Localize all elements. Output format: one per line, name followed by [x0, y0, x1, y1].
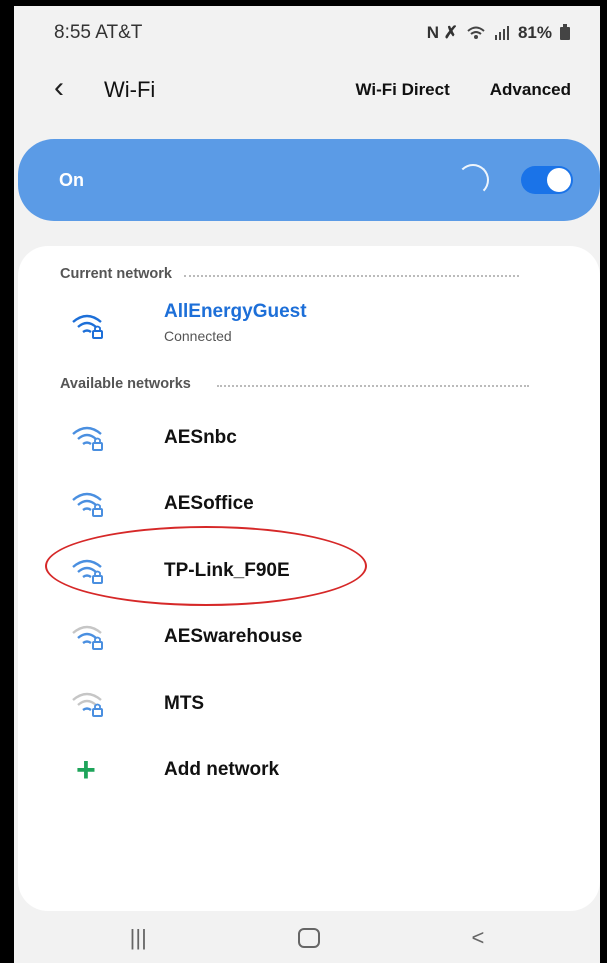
wifi-signal-icon: [467, 26, 485, 39]
app-bar: ‹ Wi-Fi Wi-Fi Direct Advanced: [14, 60, 600, 120]
cell-signal-icon: [494, 26, 509, 40]
plus-icon: +: [76, 751, 96, 789]
network-name: AESoffice: [164, 493, 254, 514]
wifi-secured-icon: [72, 492, 103, 517]
network-name: TP-Link_F90E: [164, 560, 290, 581]
current-network-header: Current network: [60, 266, 519, 282]
available-networks-label: Available networks: [60, 376, 191, 392]
battery-icon: [560, 23, 570, 40]
current-network-label: Current network: [60, 266, 172, 282]
network-row-mts[interactable]: MTS: [18, 676, 600, 732]
network-row-aesnbc[interactable]: AESnbc: [18, 410, 600, 466]
network-row-aesoffice[interactable]: AESoffice: [18, 476, 600, 532]
network-name: MTS: [164, 693, 205, 714]
add-network-button[interactable]: + Add network: [18, 742, 600, 798]
wifi-switch-label: On: [59, 169, 84, 190]
wifi-toggle[interactable]: [521, 166, 573, 194]
page-title: Wi-Fi: [104, 77, 156, 102]
wifi-secured-icon: [72, 625, 103, 650]
battery-percent: 81%: [517, 23, 552, 42]
home-button[interactable]: [298, 928, 321, 948]
network-row-aeswarehouse[interactable]: AESwarehouse: [18, 609, 600, 665]
wifi-direct-button[interactable]: Wi-Fi Direct: [355, 80, 449, 100]
network-row-tp-link[interactable]: TP-Link_F90E: [18, 543, 600, 599]
toggle-knob: [547, 168, 571, 192]
add-network-label: Add network: [164, 759, 280, 780]
scanning-spinner-icon: [457, 164, 489, 196]
recents-button[interactable]: |||: [130, 925, 147, 951]
back-button[interactable]: <: [471, 925, 484, 951]
network-list-card: Current network AllEnergyGuest Connected…: [18, 246, 600, 911]
divider: [184, 275, 519, 277]
network-name: AESnbc: [164, 427, 237, 448]
current-network-name: AllEnergyGuest: [164, 301, 307, 322]
nfc-mute-icons: N ✗: [426, 23, 458, 42]
status-icons: N ✗ 81%: [427, 23, 570, 43]
current-network-status: Connected: [164, 328, 232, 344]
network-name: AESwarehouse: [164, 626, 303, 647]
chevron-left-icon[interactable]: ‹: [54, 71, 82, 105]
wifi-master-switch[interactable]: On: [18, 139, 600, 221]
advanced-button[interactable]: Advanced: [490, 80, 571, 100]
phone-screen: 8:55 AT&T N ✗ 81% ‹ Wi-Fi Wi-Fi Direct A…: [14, 6, 600, 963]
wifi-secured-icon: [72, 314, 103, 339]
wifi-secured-icon: [72, 692, 103, 717]
status-time-carrier: 8:55 AT&T: [54, 22, 143, 43]
wifi-secured-icon: [72, 559, 103, 584]
navigation-bar: ||| <: [14, 913, 600, 963]
status-bar: 8:55 AT&T N ✗ 81%: [14, 6, 600, 60]
wifi-secured-icon: [72, 426, 103, 451]
current-network-row[interactable]: AllEnergyGuest Connected: [18, 298, 600, 354]
available-networks-header: Available networks: [60, 376, 529, 392]
divider: [216, 385, 529, 387]
